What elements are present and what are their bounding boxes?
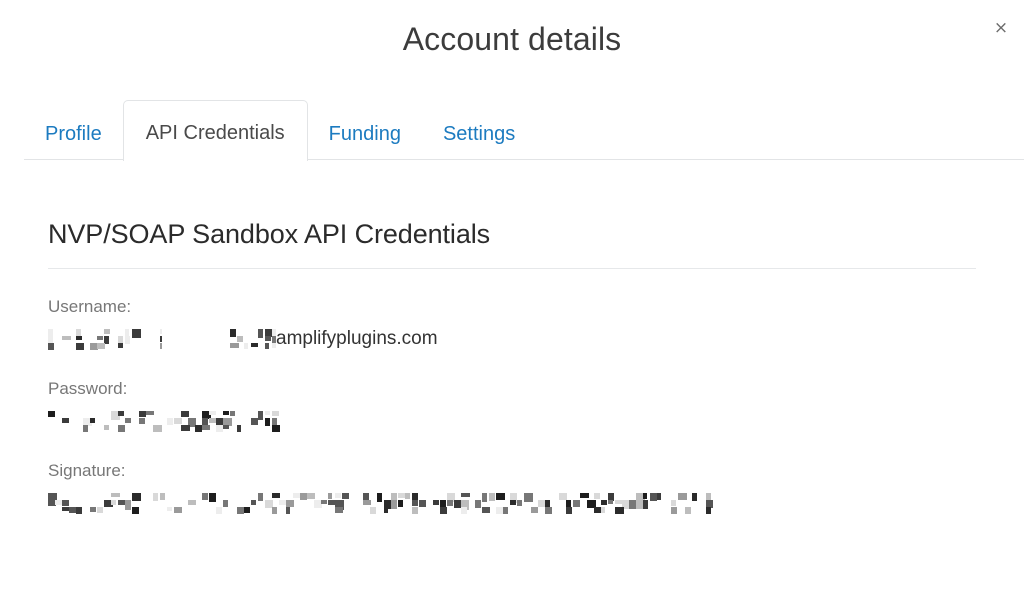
username-domain-text: amplifyplugins.com xyxy=(276,327,438,349)
username-value: amplifyplugins.com xyxy=(48,327,1024,351)
redacted-username-local-part xyxy=(48,328,162,350)
field-password: Password: xyxy=(48,378,1024,433)
page-title: Account details xyxy=(402,21,622,57)
redacted-signature xyxy=(48,492,716,515)
modal-header: Account details × xyxy=(0,0,1024,92)
signature-label: Signature: xyxy=(48,460,126,480)
api-credentials-panel: NVP/SOAP Sandbox API Credentials Usernam… xyxy=(0,218,1024,515)
close-icon[interactable]: × xyxy=(990,17,1012,39)
password-label: Password: xyxy=(48,378,128,398)
field-username: Username: amplifyplugins.com xyxy=(48,296,1024,351)
section-heading: NVP/SOAP Sandbox API Credentials xyxy=(48,219,491,249)
tab-bar: Profile API Credentials Funding Settings xyxy=(0,92,1024,161)
username-label: Username: xyxy=(48,296,132,316)
tab-list: Profile API Credentials Funding Settings xyxy=(24,99,536,161)
tab-api-credentials[interactable]: API Credentials xyxy=(122,100,308,161)
redacted-password xyxy=(48,410,280,432)
field-signature: Signature: xyxy=(48,460,1024,515)
signature-value xyxy=(48,491,1024,515)
tab-funding[interactable]: Funding xyxy=(308,107,422,161)
tab-settings[interactable]: Settings xyxy=(422,107,536,161)
password-value xyxy=(48,409,1024,433)
section-divider xyxy=(48,267,976,269)
redacted-username-at-symbol xyxy=(230,328,276,350)
tab-profile[interactable]: Profile xyxy=(24,107,123,161)
